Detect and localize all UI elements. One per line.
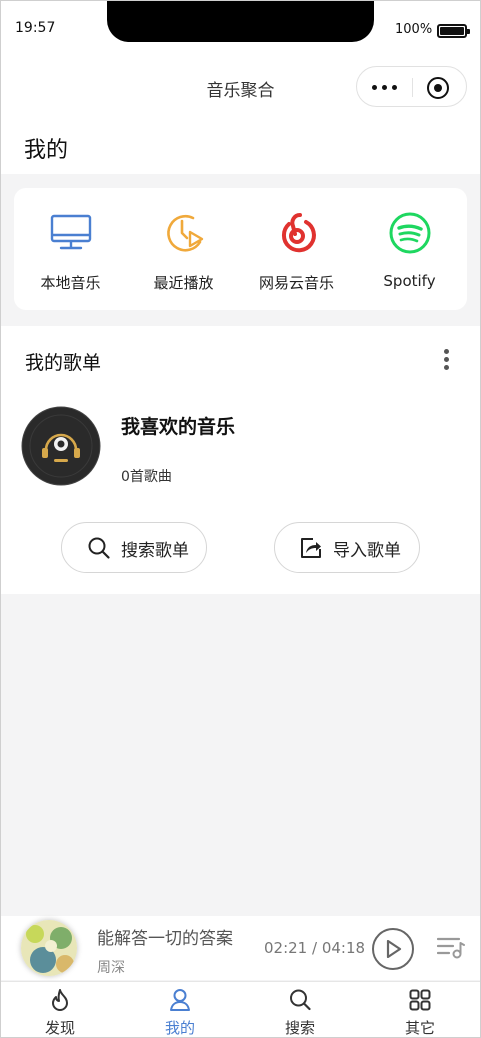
tab-label: 搜索	[284, 1019, 315, 1037]
source-label: Spotify	[383, 272, 436, 290]
spotify-icon	[389, 212, 431, 254]
song-artist: 周深	[97, 960, 125, 976]
more-options-icon[interactable]	[370, 78, 400, 97]
source-label: 本地音乐	[40, 274, 101, 292]
battery-percentage: 100%	[395, 22, 433, 37]
search-playlist-button[interactable]: 搜索歌单	[61, 522, 207, 573]
playlist-cover[interactable]	[21, 406, 101, 486]
search-icon	[88, 537, 110, 559]
playlist-song-count: 0首歌曲	[121, 469, 172, 485]
playlist-name[interactable]: 我喜欢的音乐	[121, 412, 235, 439]
battery-icon	[437, 24, 470, 38]
user-icon	[170, 989, 190, 1011]
source-label: 网易云音乐	[258, 274, 334, 292]
tab-label: 发现	[44, 1019, 75, 1037]
search-playlist-label: 搜索歌单	[121, 541, 189, 561]
mini-program-capsule	[356, 66, 467, 107]
tab-other[interactable]: 其它	[360, 982, 480, 1038]
music-source-card: 本地音乐 最近播放 网易云音乐 Spotify	[14, 188, 467, 310]
play-icon	[386, 940, 402, 958]
import-playlist-label: 导入歌单	[333, 541, 401, 561]
grid-icon	[409, 989, 431, 1011]
camera-notch	[107, 0, 374, 42]
status-bar: 19:57 100%	[0, 0, 481, 62]
capsule-divider	[412, 78, 413, 97]
source-recent-play[interactable]: 最近播放	[127, 188, 240, 310]
playlist-section: 我的歌单 我喜欢的音乐 0首歌曲 搜索歌单 导入歌单	[0, 326, 481, 594]
song-title: 能解答一切的答案	[97, 929, 233, 949]
netease-icon	[281, 213, 316, 253]
tab-label: 其它	[404, 1019, 435, 1037]
nav-bar: 音乐聚合	[0, 62, 481, 114]
page-title: 我的	[24, 138, 69, 163]
import-playlist-button[interactable]: 导入歌单	[274, 522, 420, 573]
album-cover[interactable]	[21, 920, 77, 976]
share-import-icon	[301, 538, 321, 558]
album-art	[21, 920, 77, 976]
tab-label: 我的	[164, 1019, 195, 1037]
status-time: 19:57	[15, 20, 56, 36]
source-netease[interactable]: 网易云音乐	[240, 188, 353, 310]
source-local-music[interactable]: 本地音乐	[14, 188, 127, 310]
page-header: 我的	[0, 114, 481, 174]
tab-search[interactable]: 搜索	[240, 982, 360, 1038]
flame-icon	[52, 989, 68, 1011]
section-title: 我的歌单	[25, 352, 102, 374]
monitor-icon	[50, 214, 92, 250]
mini-player[interactable]: 能解答一切的答案 周深 02:21 / 04:18	[0, 916, 481, 980]
tab-mine[interactable]: 我的	[120, 982, 240, 1038]
search-icon	[290, 989, 311, 1011]
close-mini-program-icon[interactable]	[427, 77, 449, 99]
recent-play-icon	[167, 214, 204, 252]
more-vertical-icon[interactable]	[440, 348, 454, 372]
song-progress-time: 02:21 / 04:18	[264, 939, 366, 957]
playlist-queue-icon[interactable]	[437, 936, 465, 960]
source-label: 最近播放	[153, 274, 214, 292]
tab-bar: 发现 我的 搜索 其它	[0, 981, 481, 1038]
vinyl-headphones-icon	[21, 406, 101, 486]
source-spotify[interactable]: Spotify	[353, 188, 466, 310]
play-button[interactable]	[372, 928, 414, 970]
tab-discover[interactable]: 发现	[0, 982, 120, 1038]
